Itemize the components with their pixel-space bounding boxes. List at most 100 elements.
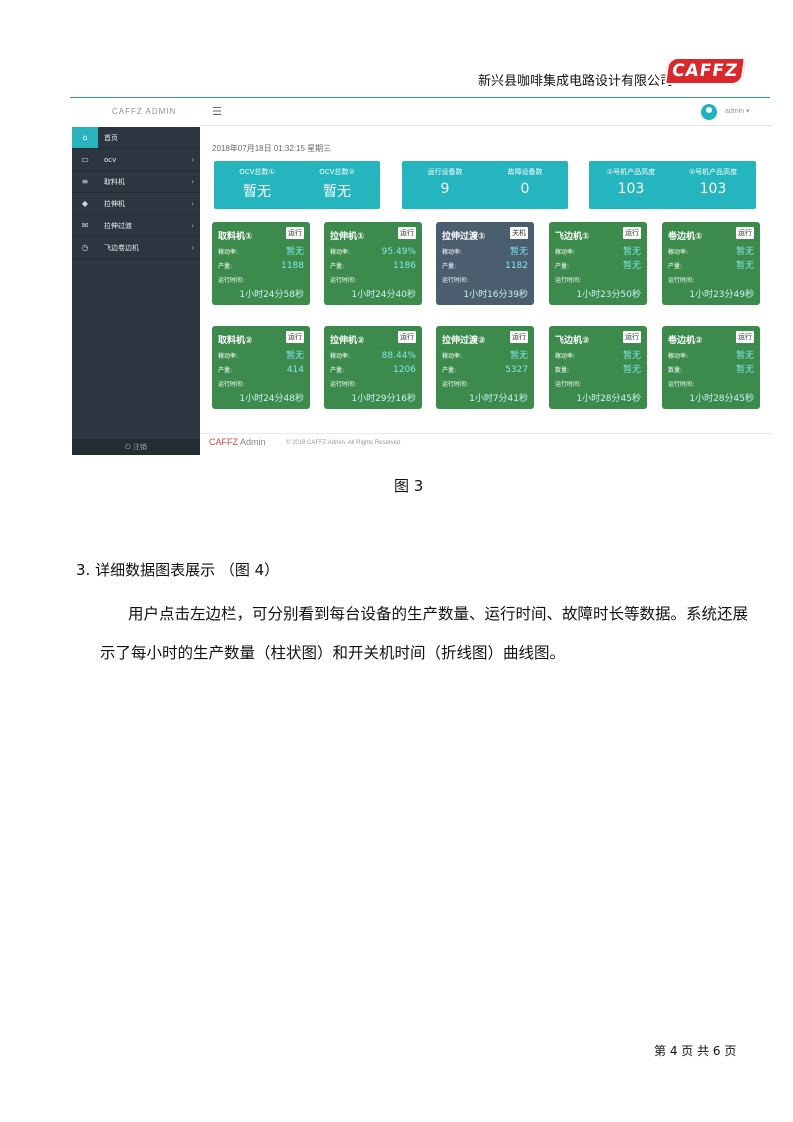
stat-label: ②号机产品高度 [688,168,738,176]
user-avatar-icon[interactable] [701,104,717,120]
row-key: 产量: [330,367,345,374]
stat-card-ocv: OCV总数① 暂无 OCV总数② 暂无 [214,161,380,209]
sidebar-item-ocv[interactable]: ▭ ocv › [72,149,200,171]
runtime-value: 1小时29分16秒 [351,394,416,404]
status-badge: 运行 [398,227,416,239]
stat-value: 103 [699,181,727,197]
row-key: 稼动率: [330,353,351,360]
row-value: 1206 [393,365,416,375]
device-card[interactable]: 拉伸过渡② 运行 稼动率: 暂无 产量: 5327 运行时间: 1小时7分41秒 [436,326,534,409]
clock-icon: ◷ [81,243,89,252]
device-row: 数量: 暂无 [668,362,754,375]
header-divider [70,97,770,98]
figure-caption: 图 3 [394,477,424,495]
device-row: 运行时间: [555,376,641,389]
sidebar-item-feeder[interactable]: ≡ 取料机 › [72,171,200,193]
device-name: 拉伸过渡① [442,232,486,242]
footer-brand-a: CAFFZ [209,437,238,447]
row-key: 运行时间: [330,277,357,284]
device-name: 飞边机① [555,232,590,242]
row-value: 暂无 [285,351,304,361]
device-card[interactable]: 取料机② 运行 稼动率: 暂无 产量: 414 运行时间: 1小时24分48秒 [212,326,310,409]
status-badge: 运行 [736,331,754,343]
user-menu[interactable]: admin ▾ [725,107,750,115]
chevron-right-icon: › [191,199,194,208]
row-value: 暂无 [622,247,641,257]
device-row: 运行时间: [218,272,304,285]
device-row: 产量: 414 [218,362,304,375]
stat-cell: ②号机产品高度 103 [675,161,751,197]
row-key: 稼动率: [330,249,351,256]
device-card[interactable]: 拉伸过渡① 关机 稼动率: 暂无 产量: 1182 运行时间: 1小时16分39秒 [436,222,534,305]
row-key: 运行时间: [668,277,695,284]
company-name: 新兴县咖啡集成电路设计有限公司 [478,74,674,89]
stat-cell: OCV总数② 暂无 [302,161,372,201]
stat-label: 故障设备数 [507,168,543,176]
monitor-icon: ▭ [81,155,89,164]
row-key: 稼动率: [218,249,239,256]
runtime-value: 1小时28分45秒 [576,394,641,404]
row-value: 暂无 [622,261,641,271]
home-icon: ⌂ [72,127,98,148]
device-row: 运行时间: [555,272,641,285]
row-value: 暂无 [285,247,304,257]
device-row: 产量: 5327 [442,362,528,375]
device-row: 产量: 暂无 [668,258,754,271]
sidebar-item-label: 首页 [104,133,118,142]
device-row: 运行时间: [668,272,754,285]
admin-dashboard-screenshot: CAFFZ ADMIN ☰ admin ▾ ⌂ 首页 ▭ ocv › ≡ 取料机… [72,101,772,455]
row-key: 运行时间: [555,277,582,284]
device-card[interactable]: 卷边机① 运行 稼动率: 暂无 产量: 暂无 运行时间: 1小时23分49秒 [662,222,760,305]
sidebar-item-trimmer[interactable]: ◷ 飞边卷边机 › [72,237,200,259]
status-badge: 运行 [736,227,754,239]
sidebar-item-stretcher[interactable]: ◆ 拉伸机 › [72,193,200,215]
sidebar-item-transition[interactable]: ✉ 拉伸过渡 › [72,215,200,237]
device-row: 稼动率: 暂无 [442,348,528,361]
row-key: 稼动率: [442,353,463,360]
row-value: 1186 [393,261,416,271]
device-row: 稼动率: 95.49% [330,244,416,257]
device-row: 稼动率: 暂无 [442,244,528,257]
row-key: 产量: [218,263,233,270]
device-name: 取料机① [218,232,253,242]
row-key: 运行时间: [218,381,245,388]
sidebar-item-home[interactable]: ⌂ 首页 [72,127,200,149]
row-key: 产量: [442,367,457,374]
device-row: 运行时间: [330,272,416,285]
row-key: 稼动率: [555,353,576,360]
stat-cell: 故障设备数 0 [490,161,560,197]
device-card[interactable]: 卷边机② 运行 稼动率: 暂无 数量: 暂无 运行时间: 1小时28分45秒 [662,326,760,409]
runtime-value: 1小时16分39秒 [463,290,528,300]
device-card[interactable]: 拉伸机① 运行 稼动率: 95.49% 产量: 1186 运行时间: 1小时24分4… [324,222,422,305]
row-value: 暂无 [622,351,641,361]
caffz-logo: CAFFZ [664,57,746,85]
device-name: 取料机② [218,336,253,346]
device-card[interactable]: 取料机① 运行 稼动率: 暂无 产量: 1188 运行时间: 1小时24分58秒 [212,222,310,305]
device-card[interactable]: 飞边机② 运行 稼动率: 暂无 数量: 暂无 运行时间: 1小时28分45秒 [549,326,647,409]
row-key: 产量: [330,263,345,270]
runtime-value: 1小时23分49秒 [689,290,754,300]
row-key: 稼动率: [442,249,463,256]
device-row: 产量: 1182 [442,258,528,271]
stat-card-devices: 运行设备数 9 故障设备数 0 [402,161,568,209]
device-card[interactable]: 拉伸机② 运行 稼动率: 88.44% 产量: 1206 运行时间: 1小时29分1… [324,326,422,409]
device-name: 卷边机① [668,232,703,242]
device-card[interactable]: 飞边机① 运行 稼动率: 暂无 产量: 暂无 运行时间: 1小时23分50秒 [549,222,647,305]
menu-toggle-icon[interactable]: ☰ [212,105,222,118]
stat-label: OCV总数② [319,168,355,176]
device-name: 飞边机② [555,336,590,346]
status-badge: 运行 [398,331,416,343]
logout-button[interactable]: ⏻ 注销 [72,439,200,455]
device-row: 产量: 1186 [330,258,416,271]
stat-cell: ①号机产品高度 103 [593,161,669,197]
topbar-divider [200,125,772,126]
page-number: 第 4 页 共 6 页 [654,1044,737,1058]
current-datetime: 2018年07月18日 01:32:15 星期三 [212,144,332,153]
device-row: 稼动率: 88.44% [330,348,416,361]
runtime-value: 1小时28分45秒 [689,394,754,404]
section-heading: 3. 详细数据图表展示 （图 4） [76,561,280,579]
sidebar-item-label: 拉伸过渡 [104,221,132,230]
runtime-value: 1小时24分40秒 [351,290,416,300]
device-row: 运行时间: [330,376,416,389]
runtime-value: 1小时24分48秒 [239,394,304,404]
